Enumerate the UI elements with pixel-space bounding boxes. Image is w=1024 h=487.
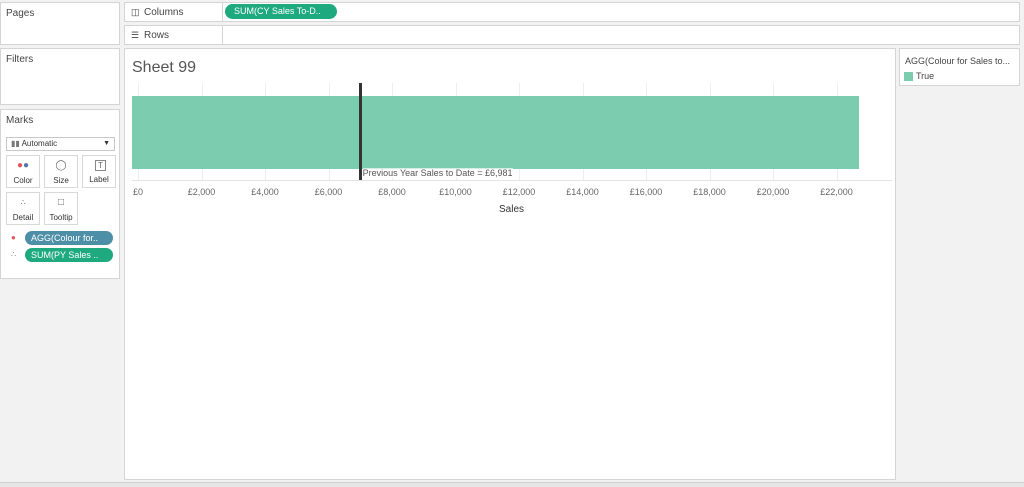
x-axis-tick-label: £2,000 [187,187,216,197]
x-axis-tick-label: £10,000 [439,187,472,197]
sheet-title: Sheet 99 [132,59,197,76]
color-legend: AGG(Colour for Sales to... True [899,48,1020,86]
x-axis-tick-label: £0 [132,187,144,197]
legend-item-true[interactable]: True [916,71,934,81]
mark-type-value: Automatic [21,139,58,148]
reference-line[interactable] [358,83,362,180]
marks-card: Marks ▮▮ Automatic ▼ ●● Color ◯ Size T L… [0,109,120,279]
mark-type-dropdown[interactable]: ▮▮ Automatic ▼ [6,137,115,151]
sales-bar[interactable] [132,96,859,169]
sheet-tabs-strip [0,482,1024,487]
size-button[interactable]: ◯ Size [44,155,78,188]
filters-panel[interactable]: Filters [0,48,120,105]
color-button-label: Color [13,176,33,185]
detail-button[interactable]: ∴ Detail [6,192,40,225]
x-axis-tick-label: £6,000 [314,187,343,197]
x-axis-tick-label: £18,000 [693,187,726,197]
x-axis-tick-label: £14,000 [566,187,599,197]
color-button[interactable]: ●● Color [6,155,40,188]
columns-shelf-label: ◫ Columns [125,3,223,21]
legend-swatch[interactable] [904,72,913,81]
color-dots-icon: ●● [16,160,30,171]
x-axis-tick-label: £8,000 [378,187,406,197]
reference-line-label: Previous Year Sales to Date = £6,981 [362,168,513,178]
x-axis-tick-label: £16,000 [629,187,663,197]
rows-shelf[interactable]: ☰ Rows [124,25,1020,45]
legend-title[interactable]: AGG(Colour for Sales to... [905,56,1010,66]
rows-icon: ☰ [131,30,140,40]
text-label-icon: T [95,160,106,171]
rows-shelf-label: ☰ Rows [125,26,223,44]
colour-pill[interactable]: AGG(Colour for.. [25,231,113,245]
bar-chart-icon: ▮▮ [11,139,20,148]
x-axis-tick-label: £22,000 [820,187,853,197]
color-dots-icon: ● [11,233,16,242]
size-button-label: Size [53,176,69,185]
columns-label: Columns [144,7,184,18]
tooltip-icon: □ [57,197,65,208]
x-axis-tick-label: £20,000 [756,187,790,197]
marks-pill-row: ∴ SUM(PY Sales .. [11,248,115,262]
columns-shelf[interactable]: ◫ Columns SUM(CY Sales To-D.. [124,2,1020,22]
pages-title: Pages [6,8,35,19]
x-axis-line [132,180,892,181]
tooltip-button[interactable]: □ Tooltip [44,192,78,225]
tooltip-button-label: Tooltip [49,213,73,222]
detail-icon: ∴ [20,198,26,207]
columns-icon: ◫ [131,7,140,17]
chevron-down-icon: ▼ [103,140,110,147]
detail-button-label: Detail [12,213,34,222]
label-button-label: Label [89,175,109,184]
cy-sales-pill[interactable]: SUM(CY Sales To-D.. [225,4,337,19]
label-button[interactable]: T Label [82,155,116,188]
py-sales-pill[interactable]: SUM(PY Sales .. [25,248,113,262]
rows-label: Rows [144,30,170,41]
x-axis-title[interactable]: Sales [499,204,524,215]
pages-panel[interactable]: Pages [0,2,120,45]
marks-title: Marks [6,115,34,126]
marks-pill-row: ● AGG(Colour for.. [11,231,115,245]
x-axis-tick-label: £4,000 [251,187,279,197]
size-icon: ◯ [55,160,67,171]
view-canvas: Sheet 99 Previous Year Sales to Date = £… [124,48,896,480]
detail-icon: ∴ [11,250,17,259]
x-axis-tick-label: £12,000 [502,187,536,197]
filters-title: Filters [6,54,34,65]
